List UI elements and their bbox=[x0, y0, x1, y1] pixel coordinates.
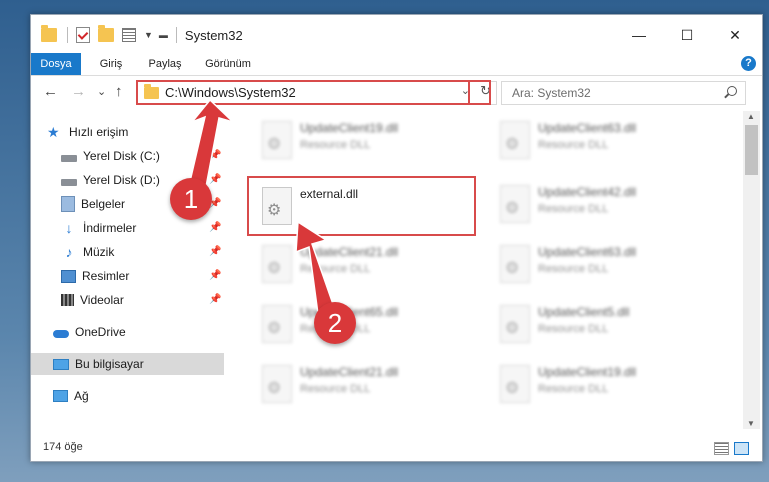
step-badge-2: 2 bbox=[314, 302, 356, 344]
annotation-arrows bbox=[187, 98, 335, 316]
step-badge-1: 1 bbox=[170, 178, 212, 220]
arrow-2 bbox=[295, 220, 335, 316]
